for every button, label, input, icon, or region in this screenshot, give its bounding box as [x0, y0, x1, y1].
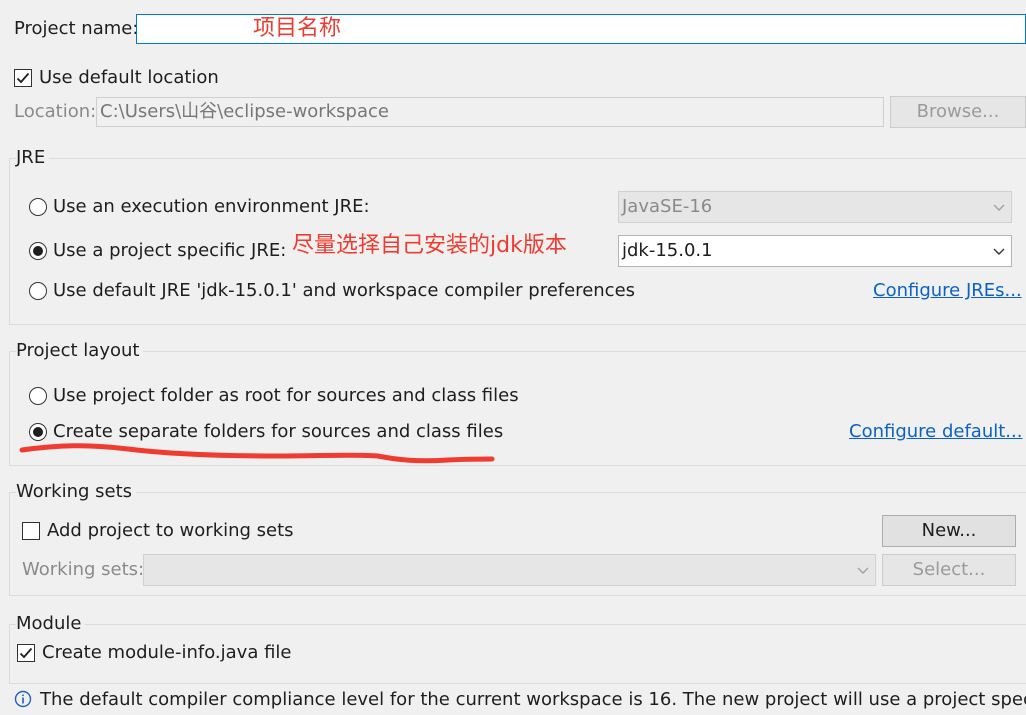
jre-default-radio[interactable]	[29, 282, 47, 300]
working-sets-select[interactable]	[143, 554, 876, 586]
project-layout-title: Project layout	[16, 339, 144, 363]
compliance-info-text: The default compiler compliance level fo…	[40, 689, 1026, 710]
new-working-set-button[interactable]: New...	[882, 515, 1016, 547]
jre-specific-value: jdk-15.0.1	[622, 240, 713, 261]
jre-specific-select[interactable]: jdk-15.0.1	[618, 235, 1012, 267]
jre-env-select[interactable]: JavaSE-16	[618, 191, 1012, 223]
project-name-label: Project name:	[14, 18, 139, 39]
chevron-down-icon	[857, 555, 869, 595]
browse-button[interactable]: Browse...	[890, 96, 1026, 128]
chevron-down-icon	[993, 192, 1005, 232]
create-module-info-checkbox[interactable]	[17, 644, 35, 662]
info-icon	[14, 690, 32, 708]
configure-default-link[interactable]: Configure default...	[849, 420, 1022, 444]
jre-annotation: 尽量选择自己安装的jdk版本	[292, 233, 567, 258]
red-underline-annotation	[19, 443, 495, 464]
checkmark-icon	[16, 72, 30, 84]
jre-default-label: Use default JRE 'jdk-15.0.1' and workspa…	[53, 280, 636, 301]
chevron-down-icon	[993, 236, 1005, 276]
location-label: Location:	[14, 101, 97, 122]
create-module-info-label: Create module-info.java file	[42, 642, 292, 663]
use-default-location-checkbox[interactable]	[14, 69, 32, 87]
jre-env-label: Use an execution environment JRE:	[53, 196, 370, 217]
jre-group-title: JRE	[16, 146, 50, 170]
select-working-sets-button[interactable]: Select...	[882, 554, 1016, 586]
layout-root-radio[interactable]	[29, 387, 47, 405]
add-working-sets-label: Add project to working sets	[47, 520, 294, 541]
jre-specific-label: Use a project specific JRE:	[53, 240, 287, 261]
location-field[interactable]: C:\Users\山谷\eclipse-workspace	[96, 97, 884, 127]
checkmark-icon	[19, 647, 33, 659]
layout-root-label: Use project folder as root for sources a…	[53, 385, 519, 406]
add-working-sets-checkbox[interactable]	[22, 522, 40, 540]
layout-separate-radio[interactable]	[29, 423, 47, 441]
working-sets-title: Working sets	[16, 480, 137, 504]
working-sets-label: Working sets:	[22, 559, 145, 580]
jre-env-value: JavaSE-16	[622, 196, 713, 217]
use-default-location-label: Use default location	[39, 67, 219, 88]
project-name-annotation: 项目名称	[253, 16, 342, 41]
jre-specific-radio[interactable]	[29, 242, 47, 260]
jre-env-radio[interactable]	[29, 198, 47, 216]
configure-jres-link[interactable]: Configure JREs...	[873, 279, 1022, 303]
module-title: Module	[16, 612, 86, 636]
